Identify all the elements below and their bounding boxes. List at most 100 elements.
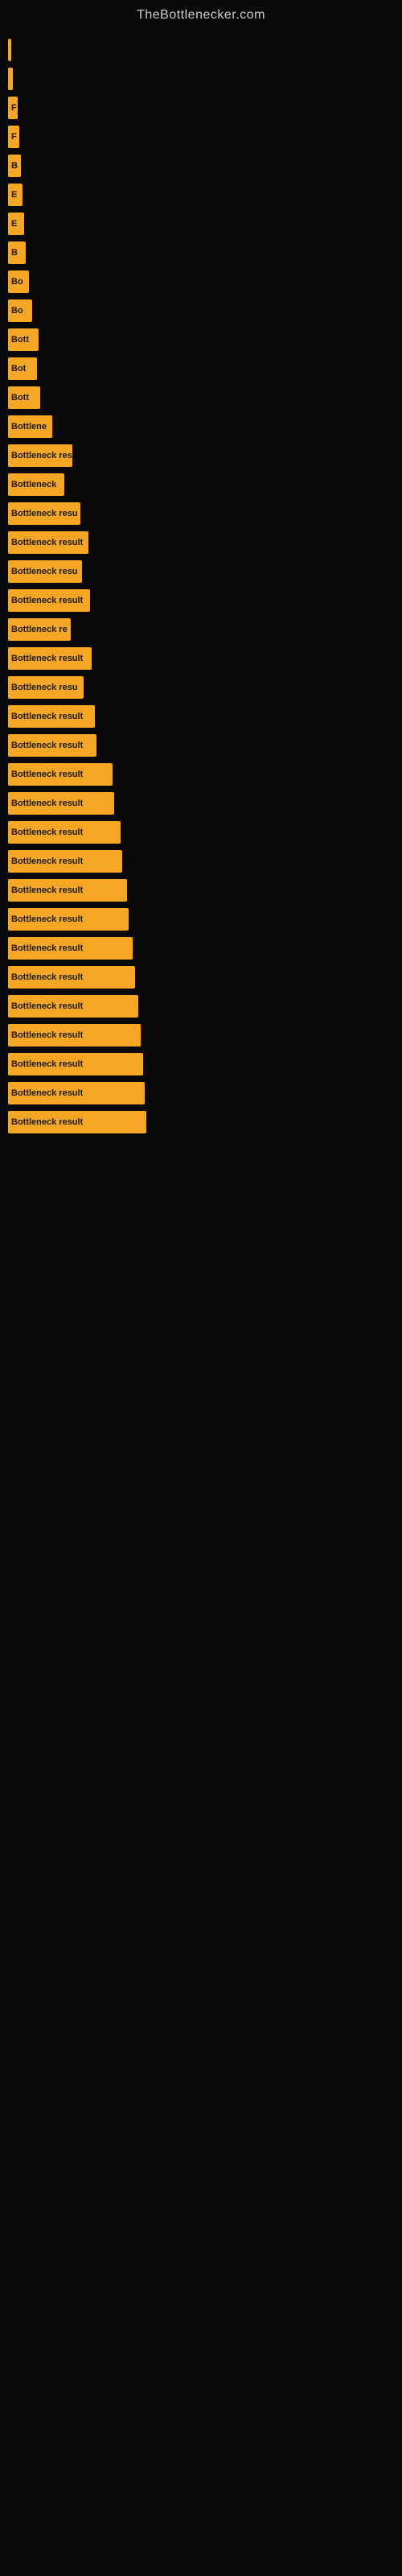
bar-label-12: Bott [11, 393, 29, 402]
bar-row: Bottleneck resu [8, 502, 394, 525]
bar-25: Bottleneck result [8, 763, 113, 786]
bar-label-19: Bottleneck result [11, 596, 83, 605]
bar-label-16: Bottleneck resu [11, 509, 78, 518]
bar-label-37: Bottleneck result [11, 1117, 83, 1127]
bar-11: Bot [8, 357, 37, 380]
bar-label-28: Bottleneck result [11, 857, 83, 866]
bar-row: Bottleneck resu [8, 560, 394, 583]
bar-row: F [8, 126, 394, 148]
bar-9: Bo [8, 299, 32, 322]
bar-row: Bottleneck result [8, 879, 394, 902]
bar-15: Bottleneck [8, 473, 64, 496]
bar-26: Bottleneck result [8, 792, 114, 815]
bar-row: B [8, 155, 394, 177]
bar-row: Bottleneck result [8, 1111, 394, 1133]
bar-row: Bottleneck res [8, 444, 394, 467]
bar-row: Bottleneck result [8, 821, 394, 844]
bar-4: B [8, 155, 21, 177]
bar-label-33: Bottleneck result [11, 1001, 83, 1011]
bar-row: Bott [8, 386, 394, 409]
bar-label-8: Bo [11, 277, 23, 287]
bar-29: Bottleneck result [8, 879, 127, 902]
bar-label-15: Bottleneck [11, 480, 56, 489]
bar-21: Bottleneck result [8, 647, 92, 670]
bar-label-7: B [11, 248, 18, 258]
bar-label-13: Bottlene [11, 422, 47, 431]
bar-34: Bottleneck result [8, 1024, 141, 1046]
bar-row: Bottleneck result [8, 589, 394, 612]
bar-row: Bottleneck result [8, 1082, 394, 1104]
bar-7: B [8, 242, 26, 264]
bar-row: Bo [8, 299, 394, 322]
bar-row: Bottleneck result [8, 937, 394, 960]
bar-19: Bottleneck result [8, 589, 90, 612]
bar-24: Bottleneck result [8, 734, 96, 757]
bar-35: Bottleneck result [8, 1053, 143, 1075]
bar-label-5: E [11, 190, 17, 200]
bar-label-29: Bottleneck result [11, 886, 83, 895]
bar-row: Bottleneck result [8, 705, 394, 728]
bar-row: Bottleneck result [8, 647, 394, 670]
bar-row: Bottleneck result [8, 1053, 394, 1075]
site-title: TheBottlenecker.com [0, 0, 402, 27]
bar-row: Bo [8, 270, 394, 293]
bar-label-34: Bottleneck result [11, 1030, 83, 1040]
bar-17: Bottleneck result [8, 531, 88, 554]
bar-label-26: Bottleneck result [11, 799, 83, 808]
bar-label-20: Bottleneck re [11, 625, 68, 634]
bar-label-4: B [11, 161, 18, 171]
bar-row: Bottleneck resu [8, 676, 394, 699]
bar-32: Bottleneck result [8, 966, 135, 989]
bar-2: F [8, 97, 18, 119]
bar-row: E [8, 184, 394, 206]
bar-row: Bott [8, 328, 394, 351]
bar-row: F [8, 97, 394, 119]
bar-23: Bottleneck result [8, 705, 95, 728]
bar-label-24: Bottleneck result [11, 741, 83, 750]
bar-label-18: Bottleneck resu [11, 567, 78, 576]
bar-row: Bottleneck result [8, 908, 394, 931]
bar-label-35: Bottleneck result [11, 1059, 83, 1069]
bar-row: Bottleneck re [8, 618, 394, 641]
bar-28: Bottleneck result [8, 850, 122, 873]
bar-3: F [8, 126, 19, 148]
bar-row: Bottleneck result [8, 995, 394, 1018]
bar-label-6: E [11, 219, 17, 229]
bar-row: Bottleneck result [8, 850, 394, 873]
bar-label-22: Bottleneck resu [11, 683, 78, 692]
bar-label-11: Bot [11, 364, 26, 374]
bar-row [8, 68, 394, 90]
bar-label-10: Bott [11, 335, 29, 345]
bar-row: Bottleneck [8, 473, 394, 496]
bar-label-21: Bottleneck result [11, 654, 83, 663]
bar-6: E [8, 213, 24, 235]
bar-row: Bottlene [8, 415, 394, 438]
bar-14: Bottleneck res [8, 444, 72, 467]
bar-36: Bottleneck result [8, 1082, 145, 1104]
bar-label-14: Bottleneck res [11, 451, 72, 460]
bar-10: Bott [8, 328, 39, 351]
bar-22: Bottleneck resu [8, 676, 84, 699]
bar-row: E [8, 213, 394, 235]
bar-27: Bottleneck result [8, 821, 121, 844]
bar-row: Bottleneck result [8, 792, 394, 815]
bar-37: Bottleneck result [8, 1111, 146, 1133]
bar-0 [8, 39, 11, 61]
bar-row: Bottleneck result [8, 1024, 394, 1046]
bar-label-30: Bottleneck result [11, 914, 83, 924]
bar-label-27: Bottleneck result [11, 828, 83, 837]
bar-30: Bottleneck result [8, 908, 129, 931]
bar-5: E [8, 184, 23, 206]
bar-row: Bot [8, 357, 394, 380]
bar-label-17: Bottleneck result [11, 538, 83, 547]
bar-row [8, 39, 394, 61]
bar-label-3: F [11, 132, 17, 142]
bar-16: Bottleneck resu [8, 502, 80, 525]
bar-8: Bo [8, 270, 29, 293]
bar-row: Bottleneck result [8, 531, 394, 554]
bar-label-36: Bottleneck result [11, 1088, 83, 1098]
bar-row: Bottleneck result [8, 966, 394, 989]
bar-label-32: Bottleneck result [11, 972, 83, 982]
bar-label-23: Bottleneck result [11, 712, 83, 721]
bar-1 [8, 68, 13, 90]
